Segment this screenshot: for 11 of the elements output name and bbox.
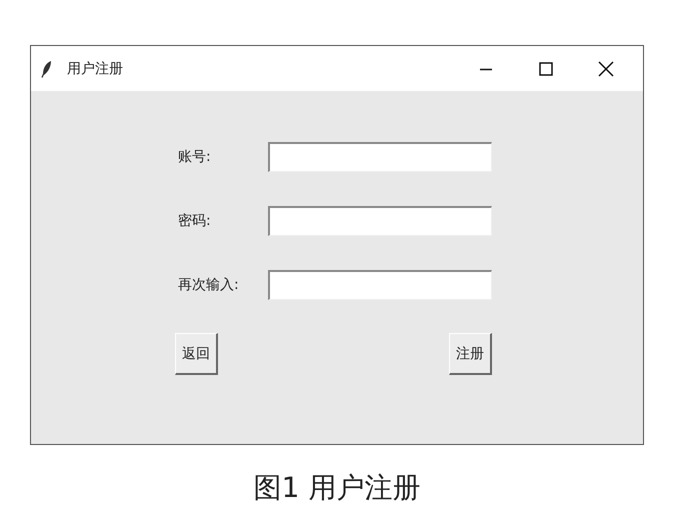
field-label: 再次输入: (178, 276, 240, 294)
dialog-button[interactable]: 注册 (449, 333, 492, 375)
figure-caption: 图1 用户注册 (252, 470, 422, 506)
feather-icon (41, 60, 53, 78)
input-field[interactable] (268, 142, 492, 172)
window-title: 用户注册 (67, 60, 123, 78)
dialog-button[interactable]: 返回 (175, 333, 218, 375)
field-label: 账号: (178, 148, 212, 166)
field-label: 密码: (178, 212, 212, 230)
input-field[interactable] (268, 206, 492, 236)
input-field[interactable] (268, 270, 492, 300)
